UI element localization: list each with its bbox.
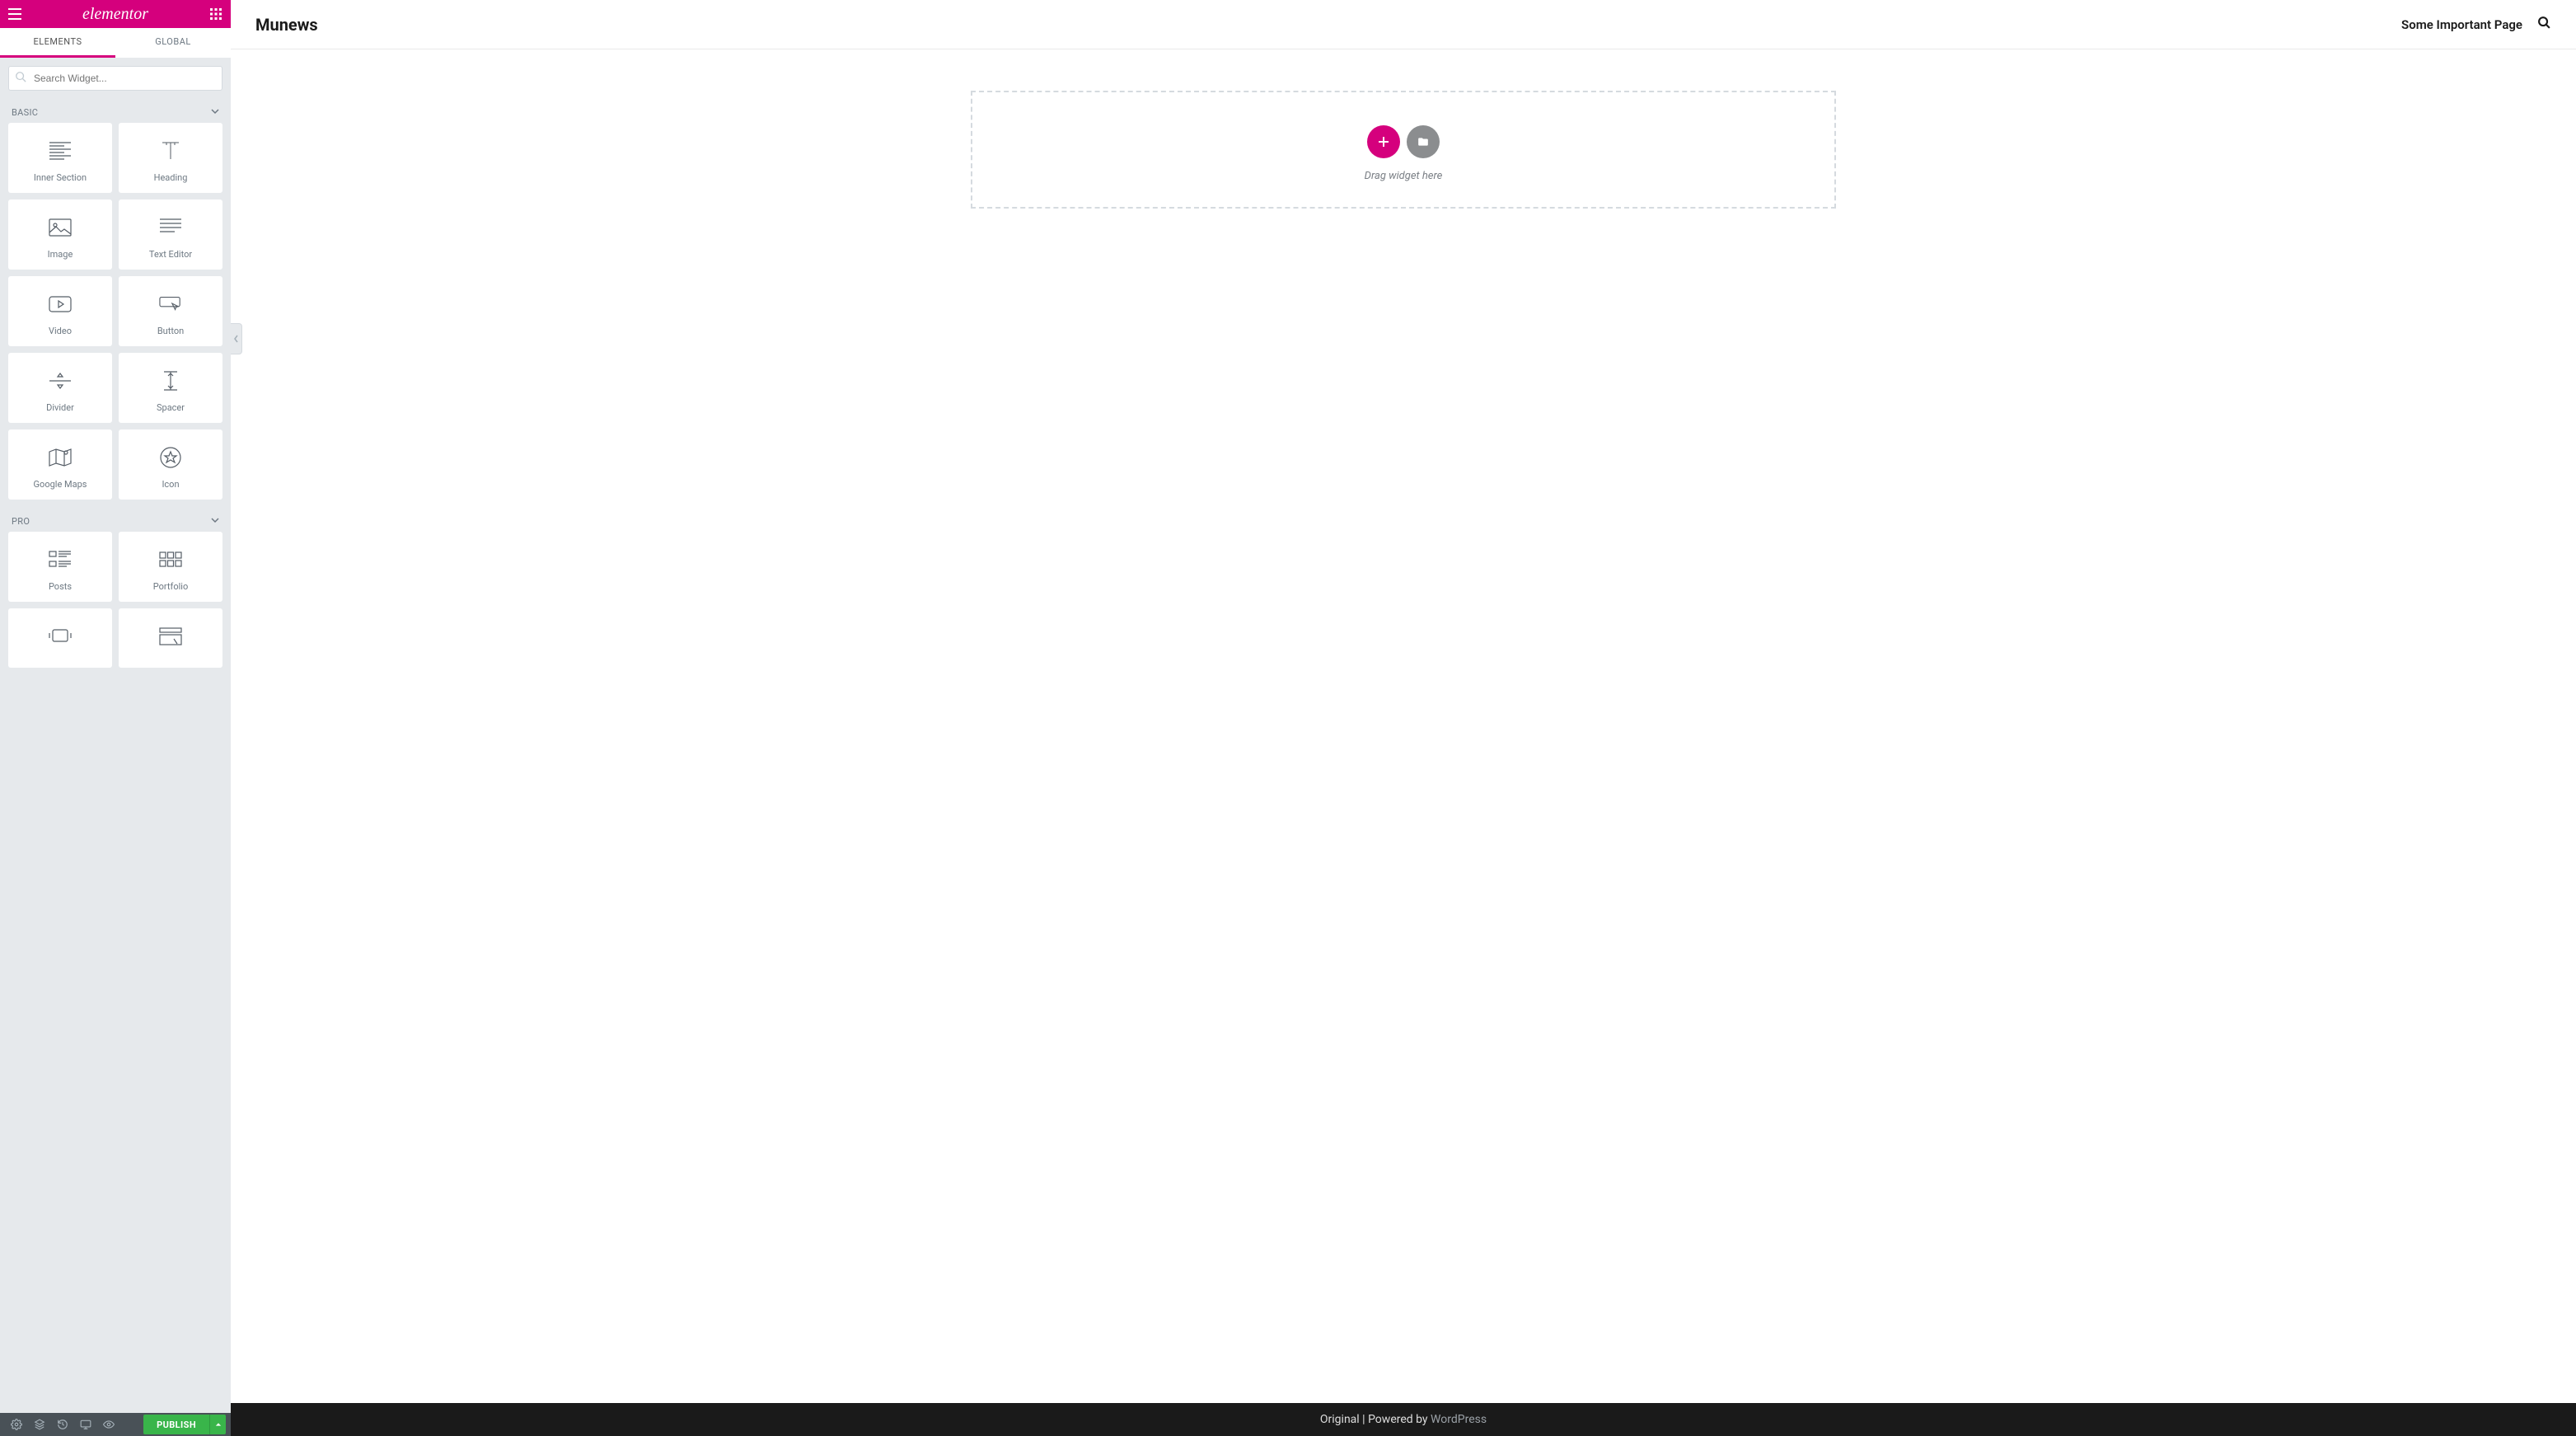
- spacer-icon: [123, 368, 218, 394]
- footer-text: Original | Powered by: [1320, 1413, 1428, 1426]
- elementor-logo: elementor: [82, 5, 148, 24]
- basic-widgets-grid: Inner Section Heading Image Text Editor …: [0, 123, 231, 508]
- search-input[interactable]: [8, 66, 222, 91]
- button-icon: [123, 291, 218, 317]
- publish-button[interactable]: PUBLISH: [143, 1415, 209, 1434]
- image-icon: [12, 214, 108, 241]
- widget-label: Google Maps: [12, 479, 108, 490]
- footer-wordpress-link[interactable]: WordPress: [1431, 1413, 1487, 1426]
- elementor-sidebar: elementor ELEMENTS GLOBAL BASIC Inner Se…: [0, 0, 231, 1436]
- widget-label: Button: [123, 326, 218, 336]
- tab-global[interactable]: GLOBAL: [115, 28, 231, 58]
- widget-button[interactable]: Button: [119, 276, 222, 346]
- widget-icon[interactable]: Icon: [119, 429, 222, 500]
- history-icon[interactable]: [51, 1413, 74, 1436]
- widget-label: Text Editor: [123, 249, 218, 260]
- widget-slides[interactable]: [8, 608, 112, 668]
- heading-icon: [123, 138, 218, 164]
- chevron-down-icon: [211, 107, 219, 118]
- panel-collapse-handle[interactable]: [231, 323, 242, 354]
- widget-video[interactable]: Video: [8, 276, 112, 346]
- widget-text-editor[interactable]: Text Editor: [119, 199, 222, 270]
- nav-link[interactable]: Some Important Page: [2401, 17, 2522, 32]
- widget-posts[interactable]: Posts: [8, 532, 112, 602]
- portfolio-icon: [123, 547, 218, 573]
- site-search-icon[interactable]: [2537, 16, 2551, 33]
- widget-portfolio[interactable]: Portfolio: [119, 532, 222, 602]
- slides-icon: [12, 623, 108, 650]
- widget-label: Spacer: [123, 402, 218, 413]
- widget-inner-section[interactable]: Inner Section: [8, 123, 112, 193]
- add-section-button[interactable]: [1367, 125, 1400, 158]
- icon-icon: [123, 444, 218, 471]
- text-editor-icon: [123, 214, 218, 241]
- widget-label: Inner Section: [12, 172, 108, 183]
- drop-hint-text: Drag widget here: [972, 170, 1834, 182]
- widget-google-maps[interactable]: Google Maps: [8, 429, 112, 500]
- apps-icon[interactable]: [208, 6, 224, 22]
- settings-icon[interactable]: [5, 1413, 28, 1436]
- responsive-icon[interactable]: [74, 1413, 97, 1436]
- widget-label: Divider: [12, 402, 108, 413]
- widget-search: [8, 66, 222, 91]
- site-title[interactable]: Munews: [255, 15, 318, 35]
- widget-image[interactable]: Image: [8, 199, 112, 270]
- posts-icon: [12, 547, 108, 573]
- site-footer: Original | Powered by WordPress: [231, 1403, 2576, 1436]
- search-icon: [15, 71, 26, 86]
- video-icon: [12, 291, 108, 317]
- widget-label: Icon: [123, 479, 218, 490]
- google-maps-icon: [12, 444, 108, 471]
- widget-label: Heading: [123, 172, 218, 183]
- widget-divider[interactable]: Divider: [8, 353, 112, 423]
- sidebar-footer: PUBLISH: [0, 1413, 231, 1436]
- panel-scroll[interactable]: BASIC Inner Section Heading Image Text E…: [0, 58, 231, 1413]
- navigator-icon[interactable]: [28, 1413, 51, 1436]
- section-basic-title: BASIC: [12, 107, 38, 118]
- menu-icon[interactable]: [7, 6, 23, 22]
- widget-form[interactable]: [119, 608, 222, 668]
- widget-label: Portfolio: [123, 581, 218, 592]
- add-section-area[interactable]: Drag widget here: [971, 91, 1836, 209]
- site-header: Munews Some Important Page: [231, 0, 2576, 49]
- section-pro-header[interactable]: PRO: [0, 508, 231, 532]
- widget-label: Posts: [12, 581, 108, 592]
- chevron-down-icon: [211, 516, 219, 527]
- add-template-button[interactable]: [1407, 125, 1440, 158]
- widget-label: Video: [12, 326, 108, 336]
- pro-widgets-grid: Posts Portfolio: [0, 532, 231, 676]
- publish-dropdown[interactable]: [209, 1415, 226, 1434]
- editor-canvas: Munews Some Important Page Drag widget h…: [231, 0, 2576, 1436]
- divider-icon: [12, 368, 108, 394]
- section-basic-header[interactable]: BASIC: [0, 99, 231, 123]
- panel-tabs: ELEMENTS GLOBAL: [0, 28, 231, 58]
- widget-spacer[interactable]: Spacer: [119, 353, 222, 423]
- section-pro-title: PRO: [12, 516, 30, 527]
- widget-heading[interactable]: Heading: [119, 123, 222, 193]
- inner-section-icon: [12, 138, 108, 164]
- sidebar-header: elementor: [0, 0, 231, 28]
- tab-elements[interactable]: ELEMENTS: [0, 28, 115, 58]
- widget-label: Image: [12, 249, 108, 260]
- form-icon: [123, 623, 218, 650]
- preview-icon[interactable]: [97, 1413, 120, 1436]
